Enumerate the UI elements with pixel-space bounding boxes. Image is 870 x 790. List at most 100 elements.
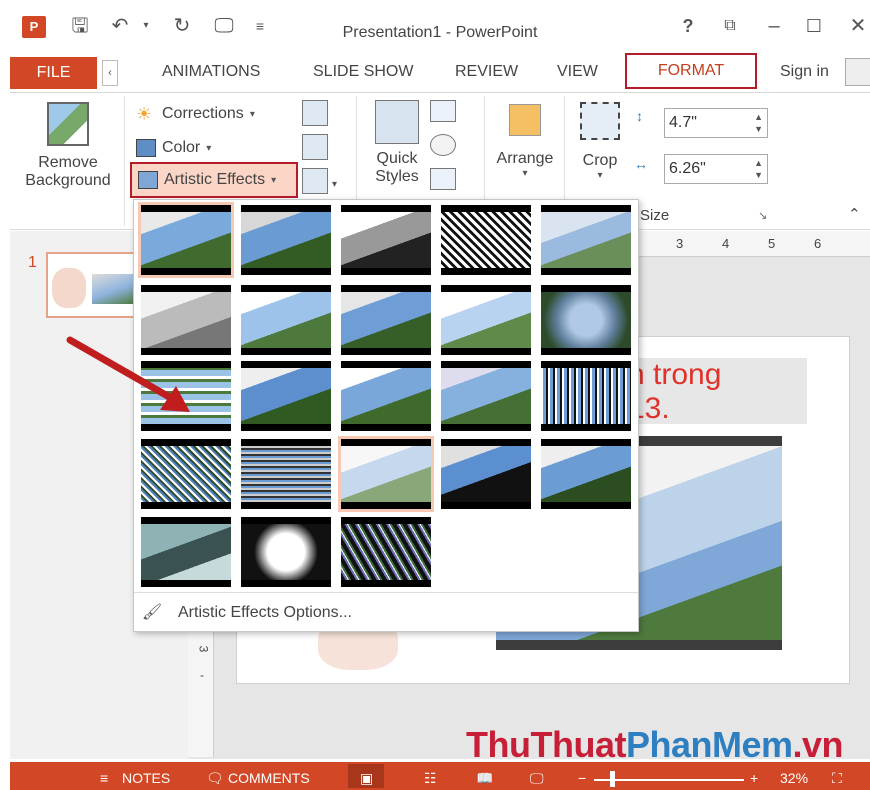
ribbon-display-options-icon[interactable]: ⧉ <box>718 14 742 38</box>
color-button[interactable]: Color ▾ <box>136 134 211 162</box>
effect-preview-image <box>441 368 531 424</box>
fit-slide-icon[interactable]: ⛶ <box>832 770 842 787</box>
effect-preview-image <box>341 524 431 580</box>
effect-preview-image <box>441 212 531 268</box>
width-spinner-icon[interactable]: ▲ ▼ <box>754 157 763 181</box>
sign-in-link[interactable]: Sign in <box>780 63 829 81</box>
zoom-slider[interactable] <box>594 779 744 781</box>
ribbon-divider <box>124 96 125 226</box>
customize-qat-icon[interactable]: ≡ <box>248 14 272 38</box>
quick-styles-button[interactable]: Quick Styles <box>366 98 428 208</box>
effect-preview-image <box>141 446 231 502</box>
chevron-down-icon: ▾ <box>206 142 212 154</box>
effect-preview-image <box>541 368 631 424</box>
tab-format[interactable]: FORMAT <box>625 53 757 89</box>
corrections-button[interactable]: ☀ Corrections ▾ <box>136 100 255 128</box>
slide-title-line2: 13. <box>628 392 670 425</box>
tab-file[interactable]: FILE <box>10 57 97 89</box>
collapse-ribbon-icon[interactable]: ⌃ <box>848 205 861 223</box>
remove-background-button[interactable]: Remove Background <box>18 98 118 208</box>
artistic-effect-thumbnail[interactable] <box>241 439 331 509</box>
height-spinner-icon[interactable]: ▲ ▼ <box>754 111 763 135</box>
picture-border-icon[interactable] <box>430 100 456 122</box>
artistic-effects-button[interactable]: Artistic Effects ▾ <box>130 162 298 198</box>
ruler-mark: 4 <box>722 236 730 251</box>
gallery-divider <box>134 592 638 593</box>
height-field[interactable]: 4.7" ▲ ▼ <box>664 108 768 138</box>
artistic-effect-thumbnail[interactable] <box>141 517 231 587</box>
zoom-slider-handle[interactable] <box>610 771 615 787</box>
maximize-icon[interactable]: ☐ <box>802 14 826 38</box>
reset-picture-icon[interactable] <box>302 168 328 194</box>
artistic-effect-thumbnail[interactable] <box>441 361 531 431</box>
artistic-effect-thumbnail[interactable] <box>341 517 431 587</box>
slide-title[interactable]: n trong 13. <box>620 358 807 425</box>
artistic-effect-thumbnail[interactable] <box>138 202 234 278</box>
tab-slide-show[interactable]: SLIDE SHOW <box>313 63 413 81</box>
compress-pictures-icon[interactable] <box>302 100 328 126</box>
crop-button[interactable]: Crop ▾ <box>572 98 628 208</box>
size-dialog-launcher-icon[interactable]: ↘ <box>758 209 767 222</box>
artistic-effect-thumbnail[interactable] <box>541 205 631 275</box>
chevron-down-icon: ▾ <box>597 170 603 181</box>
picture-effects-icon[interactable] <box>430 134 456 156</box>
picture-layout-icon[interactable] <box>430 168 456 190</box>
slideshow-from-start-icon[interactable]: 🖵 <box>212 14 236 38</box>
redo-icon[interactable]: ↻ <box>170 14 194 38</box>
effect-preview-image <box>141 524 231 580</box>
effect-preview-image <box>441 446 531 502</box>
save-icon[interactable]: 🖫 <box>68 14 92 38</box>
comments-button[interactable]: COMMENTS <box>228 770 310 786</box>
arrange-button[interactable]: Arrange ▾ <box>490 98 560 208</box>
powerpoint-logo-icon: P <box>22 16 46 38</box>
effect-preview-image <box>441 292 531 348</box>
artistic-effect-thumbnail[interactable] <box>338 436 434 512</box>
undo-icon[interactable]: ↶ <box>108 14 132 38</box>
tab-view[interactable]: VIEW <box>557 63 598 81</box>
paintbrush-icon: 🖌 <box>141 604 163 621</box>
artistic-effect-thumbnail[interactable] <box>341 285 431 355</box>
effect-preview-image <box>541 446 631 502</box>
slide-thumbnail[interactable] <box>46 252 136 318</box>
artistic-effect-thumbnail[interactable] <box>541 285 631 355</box>
width-field[interactable]: 6.26" ▲ ▼ <box>664 154 768 184</box>
artistic-effects-options-button[interactable]: 🖌 Artistic Effects Options... <box>140 598 630 628</box>
zoom-out-icon[interactable]: − <box>578 770 586 786</box>
change-picture-icon[interactable] <box>302 134 328 160</box>
artistic-effect-thumbnail[interactable] <box>241 205 331 275</box>
artistic-effect-thumbnail[interactable] <box>241 517 331 587</box>
artistic-effect-thumbnail[interactable] <box>441 439 531 509</box>
effect-preview-image <box>241 292 331 348</box>
arrange-label: Arrange <box>496 150 554 167</box>
artistic-effect-thumbnail[interactable] <box>341 361 431 431</box>
zoom-level[interactable]: 32% <box>780 770 808 786</box>
crop-label: Crop <box>582 152 618 169</box>
artistic-effect-thumbnail[interactable] <box>341 205 431 275</box>
artistic-effect-thumbnail[interactable] <box>141 439 231 509</box>
remove-background-icon <box>47 102 89 146</box>
undo-dropdown-icon[interactable]: ▾ <box>134 14 158 38</box>
artistic-effect-thumbnail[interactable] <box>441 205 531 275</box>
artistic-effect-thumbnail[interactable] <box>541 439 631 509</box>
avatar[interactable] <box>845 58 870 86</box>
effect-preview-image <box>341 212 431 268</box>
effect-preview-image <box>541 212 631 268</box>
tab-animations[interactable]: ANIMATIONS <box>162 63 260 81</box>
notes-button[interactable]: NOTES <box>122 770 170 786</box>
artistic-effects-label: Artistic Effects <box>164 171 266 188</box>
close-icon[interactable]: ✕ <box>846 14 870 38</box>
slide-sorter-icon[interactable]: ☷ <box>424 770 437 787</box>
artistic-effects-options-label: Artistic Effects Options... <box>178 604 352 621</box>
reading-view-icon[interactable]: 📖 <box>476 770 493 787</box>
minimize-icon[interactable]: – <box>762 14 786 38</box>
tab-review[interactable]: REVIEW <box>455 63 518 81</box>
zoom-in-icon[interactable]: + <box>750 770 758 786</box>
artistic-effect-thumbnail[interactable] <box>241 285 331 355</box>
chevron-down-icon[interactable]: ▾ <box>332 174 337 192</box>
help-icon[interactable]: ? <box>676 14 700 38</box>
tab-scroll-left-icon[interactable]: ‹ <box>102 60 118 86</box>
artistic-effect-thumbnail[interactable] <box>441 285 531 355</box>
artistic-effect-thumbnail[interactable] <box>541 361 631 431</box>
artistic-effect-thumbnail[interactable] <box>241 361 331 431</box>
slideshow-icon[interactable]: 🖵 <box>530 770 544 787</box>
